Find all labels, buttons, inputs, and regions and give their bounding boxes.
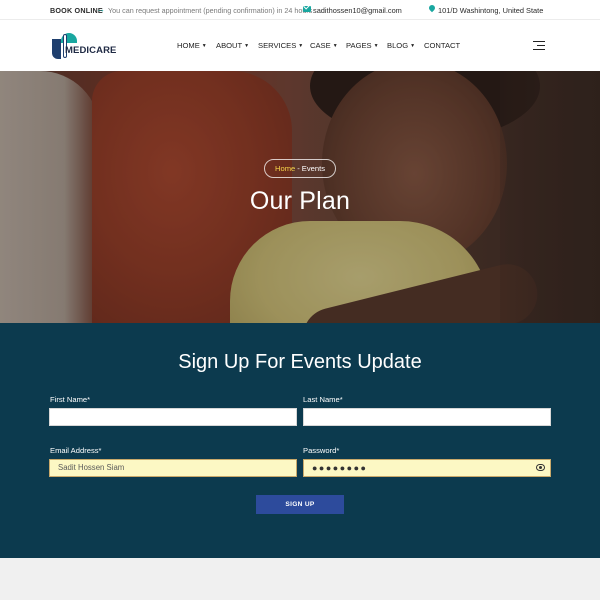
location-pin-icon	[427, 3, 437, 13]
chevron-down-icon: ▼	[410, 43, 416, 49]
nav-item-pages[interactable]: PAGES ▼	[346, 41, 379, 50]
nav-item-services[interactable]: SERVICES ▼	[258, 41, 303, 50]
last-name-label: Last Name*	[303, 395, 343, 404]
arrow-right-icon: →	[96, 4, 105, 14]
footer-band	[0, 558, 600, 600]
chevron-down-icon: ▼	[373, 43, 379, 49]
contact-address: 101/D Washintong, United State	[438, 6, 544, 15]
chevron-down-icon: ▼	[298, 43, 304, 49]
signup-form-title: Sign Up For Events Update	[178, 351, 422, 373]
logo-mark	[52, 39, 61, 59]
chevron-down-icon: ▼	[201, 43, 207, 49]
book-online-note: You can request appointment (pending con…	[108, 6, 313, 15]
last-name-field[interactable]	[303, 408, 551, 426]
sign-up-button[interactable]: SIGN UP	[256, 495, 344, 514]
chevron-down-icon: ▼	[332, 43, 338, 49]
eye-icon[interactable]	[536, 464, 545, 471]
email-label: Email Address*	[50, 446, 102, 455]
nav-item-about[interactable]: ABOUT ▼	[216, 41, 249, 50]
nav-item-blog[interactable]: BLOG ▼	[387, 41, 415, 50]
events-signup-section: Sign Up For Events Update First Name* La…	[0, 323, 600, 558]
email-field[interactable]: Sadit Hossen Siam	[49, 459, 297, 477]
breadcrumb-home-link[interactable]: Home	[275, 164, 295, 173]
page-title: Our Plan	[249, 187, 351, 215]
hero-banner: Home - Events Our Plan	[0, 71, 600, 323]
site-logo[interactable]: MEDICARE	[52, 31, 116, 61]
chevron-down-icon: ▼	[244, 43, 250, 49]
logo-text: MEDICARE	[65, 45, 117, 56]
first-name-label: First Name*	[50, 395, 91, 404]
envelope-icon	[303, 6, 311, 12]
breadcrumb: Home - Events	[264, 159, 336, 178]
first-name-field[interactable]	[49, 408, 297, 426]
password-label: Password*	[303, 446, 340, 455]
breadcrumb-current: Events	[301, 164, 325, 173]
nav-item-case[interactable]: CASE ▼	[310, 41, 338, 50]
book-online-label[interactable]: BOOK ONLINE	[50, 6, 103, 15]
nav-item-home[interactable]: HOME ▼	[177, 41, 207, 50]
contact-email[interactable]: sadithossen10@gmail.com	[313, 6, 402, 15]
password-value: ●●●●●●●●	[312, 463, 368, 473]
nav-item-contact[interactable]: CONTACT	[424, 41, 460, 50]
site-header: MEDICARE HOME ▼ ABOUT ▼ SERVICES ▼ CASE ▼ PA…	[0, 20, 600, 71]
hamburger-menu-icon[interactable]	[533, 41, 545, 51]
top-bar: BOOK ONLINE → You can request appointmen…	[0, 0, 600, 20]
breadcrumb-separator: -	[297, 164, 300, 173]
password-field[interactable]: ●●●●●●●●	[303, 459, 551, 477]
